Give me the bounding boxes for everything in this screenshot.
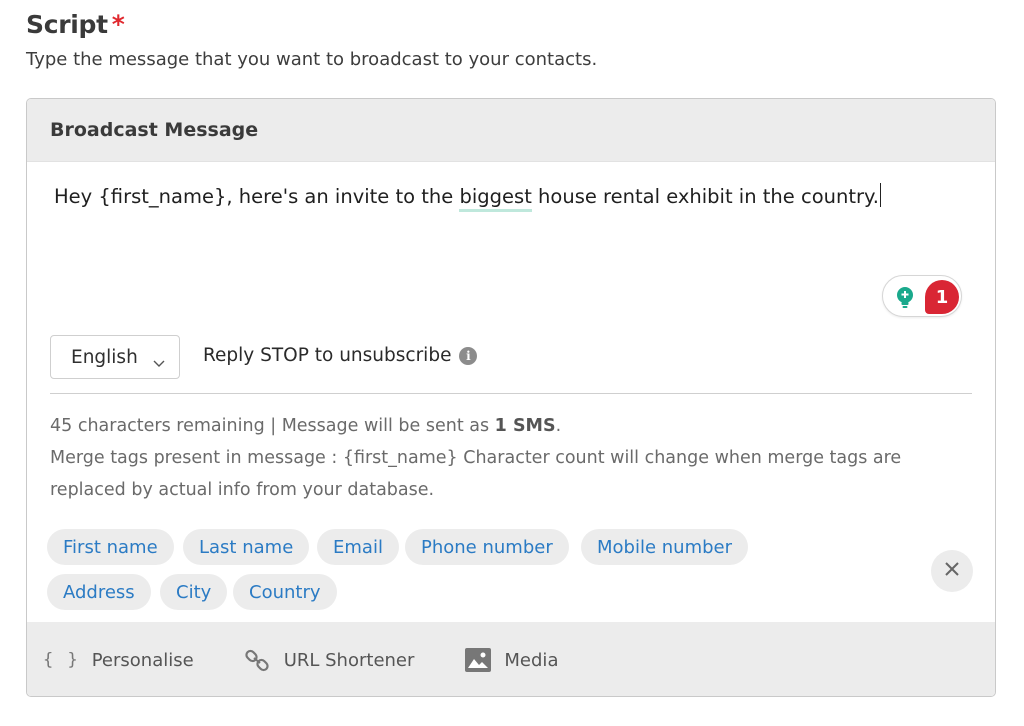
field-title: Script *: [26, 10, 125, 39]
message-text-end: house rental exhibit in the country.: [531, 185, 879, 208]
merge-tag-city[interactable]: City: [160, 574, 228, 610]
characters-remaining: 45 characters remaining | Message will b…: [50, 416, 495, 436]
sms-count: 1 SMS: [494, 416, 556, 436]
personalise-label: Personalise: [91, 649, 194, 671]
media-label: Media: [504, 649, 559, 671]
merge-tag-first-name[interactable]: First name: [47, 529, 174, 565]
required-marker: *: [111, 10, 125, 39]
merge-tags-note: Merge tags present in message : {first_n…: [50, 448, 902, 500]
message-info: 45 characters remaining | Message will b…: [50, 410, 950, 506]
close-icon: [944, 561, 960, 581]
image-icon: [464, 647, 492, 673]
media-button[interactable]: Media: [464, 647, 558, 673]
grammar-assistant-badge[interactable]: 1: [882, 275, 962, 317]
panel-title: Broadcast Message: [27, 99, 995, 162]
message-toolbar: { } Personalise URL Shortener Media: [27, 622, 995, 696]
suggestion-count: 1: [925, 280, 959, 314]
merge-tag-country[interactable]: Country: [233, 574, 337, 610]
close-tags-button[interactable]: [931, 550, 973, 592]
grammar-suggestion-word[interactable]: biggest: [459, 185, 532, 212]
url-shortener-label: URL Shortener: [283, 649, 415, 671]
message-textarea[interactable]: Hey {first_name}, here's an invite to th…: [54, 183, 881, 212]
info-icon[interactable]: i: [459, 346, 478, 365]
url-shortener-button[interactable]: URL Shortener: [244, 646, 415, 674]
divider: [50, 393, 972, 394]
merge-tag-email[interactable]: Email: [317, 529, 399, 565]
language-selected-value: English: [71, 346, 138, 368]
language-select[interactable]: English: [50, 335, 180, 379]
sms-suffix: .: [555, 416, 562, 436]
chevron-down-icon: [153, 352, 165, 373]
merge-tag-mobile-number[interactable]: Mobile number: [581, 529, 749, 565]
merge-tag-address[interactable]: Address: [47, 574, 151, 610]
unsubscribe-text: Reply STOP to unsubscribe: [203, 345, 452, 366]
text-caret: [879, 183, 881, 207]
field-description: Type the message that you want to broadc…: [26, 49, 598, 70]
message-text-start: Hey {first_name}, here's an invite to th…: [54, 185, 460, 208]
personalise-button[interactable]: { } Personalise: [43, 650, 194, 671]
character-count-line: 45 characters remaining | Message will b…: [50, 410, 950, 442]
merge-tag-phone-number[interactable]: Phone number: [405, 529, 569, 565]
braces-icon: { }: [43, 650, 80, 670]
lightbulb-icon: [893, 285, 917, 313]
broadcast-message-panel: Broadcast Message Hey {first_name}, here…: [26, 98, 996, 697]
link-icon: [244, 646, 272, 674]
field-title-text: Script: [26, 10, 108, 39]
unsubscribe-notice: Reply STOP to unsubscribe i: [203, 345, 478, 366]
merge-tag-last-name[interactable]: Last name: [183, 529, 310, 565]
